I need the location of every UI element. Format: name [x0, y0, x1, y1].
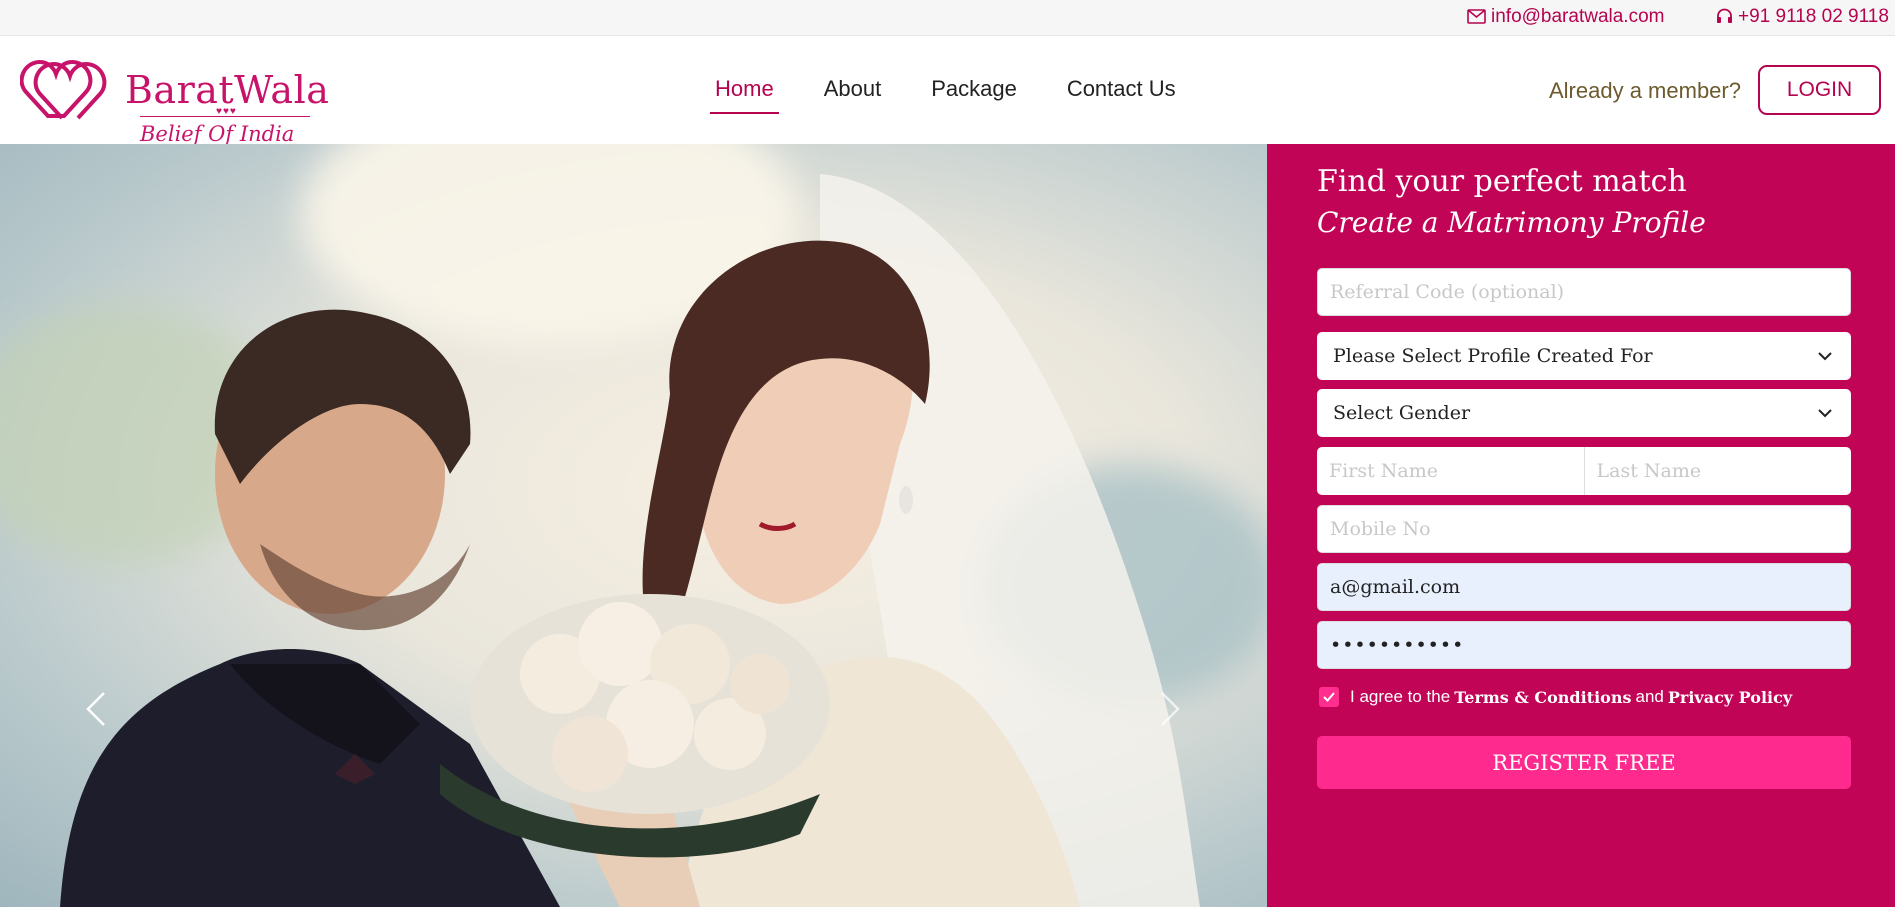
- password-input[interactable]: [1317, 621, 1851, 669]
- hero-slider: [0, 144, 1267, 907]
- agree-and: and: [1635, 687, 1664, 706]
- profile-created-for-select[interactable]: Please Select Profile Created For: [1317, 332, 1851, 380]
- nav-contact-us[interactable]: Contact Us: [1062, 76, 1181, 114]
- agree-prefix: I agree to the: [1350, 687, 1451, 706]
- name-row: [1317, 447, 1851, 495]
- referral-code-input[interactable]: [1317, 268, 1851, 316]
- email-input[interactable]: [1317, 563, 1851, 611]
- first-name-input[interactable]: [1317, 447, 1584, 495]
- agree-checkbox[interactable]: [1319, 687, 1339, 707]
- nav-package[interactable]: Package: [926, 76, 1022, 114]
- top-bar: info@baratwala.com +91 9118 02 9118: [0, 0, 1895, 36]
- terms-link[interactable]: Terms & Conditions: [1454, 688, 1631, 707]
- register-free-button[interactable]: REGISTER FREE: [1317, 736, 1851, 789]
- brand-tagline: Belief Of India: [140, 122, 295, 146]
- email-link[interactable]: info@baratwala.com: [1467, 0, 1664, 33]
- register-panel: Find your perfect match Create a Matrimo…: [1267, 144, 1895, 907]
- check-icon: [1323, 692, 1335, 702]
- register-title: Find your perfect match: [1317, 164, 1687, 199]
- site-header: BaratWala ♥♥♥ Belief Of India Home About…: [0, 36, 1895, 146]
- terms-agreement: I agree to the Terms & Conditions and Pr…: [1319, 687, 1796, 707]
- chevron-left-icon: [86, 692, 105, 726]
- register-subtitle: Create a Matrimony Profile: [1317, 206, 1706, 239]
- phone-text: +91 9118 02 9118: [1738, 5, 1889, 27]
- hearts-logo-icon: [20, 59, 107, 120]
- chevron-down-icon: [1818, 409, 1832, 418]
- profile-created-for-value: Please Select Profile Created For: [1333, 345, 1653, 367]
- email-text: info@baratwala.com: [1491, 5, 1665, 27]
- mobile-input[interactable]: [1317, 505, 1851, 553]
- slider-prev-button[interactable]: [76, 684, 116, 734]
- nav-about[interactable]: About: [819, 76, 887, 114]
- brand-logo[interactable]: BaratWala ♥♥♥ Belief Of India: [20, 54, 329, 154]
- last-name-input[interactable]: [1584, 447, 1851, 495]
- phone-link[interactable]: +91 9118 02 9118: [1716, 0, 1889, 33]
- login-button[interactable]: LOGIN: [1758, 65, 1881, 115]
- member-prompt: Already a member?: [1549, 78, 1741, 103]
- main-nav: Home About Package Contact Us: [710, 76, 1221, 114]
- chevron-down-icon: [1818, 352, 1832, 361]
- headset-icon: [1717, 8, 1732, 23]
- small-hearts-icon: ♥♥♥: [216, 106, 237, 117]
- nav-home[interactable]: Home: [710, 76, 779, 114]
- gender-value: Select Gender: [1333, 402, 1471, 424]
- hero-image: [0, 144, 1267, 907]
- privacy-link[interactable]: Privacy Policy: [1668, 688, 1792, 707]
- chevron-right-icon: [1161, 692, 1180, 726]
- envelope-icon: [1467, 9, 1486, 24]
- slider-next-button[interactable]: [1150, 684, 1190, 734]
- gender-select[interactable]: Select Gender: [1317, 389, 1851, 437]
